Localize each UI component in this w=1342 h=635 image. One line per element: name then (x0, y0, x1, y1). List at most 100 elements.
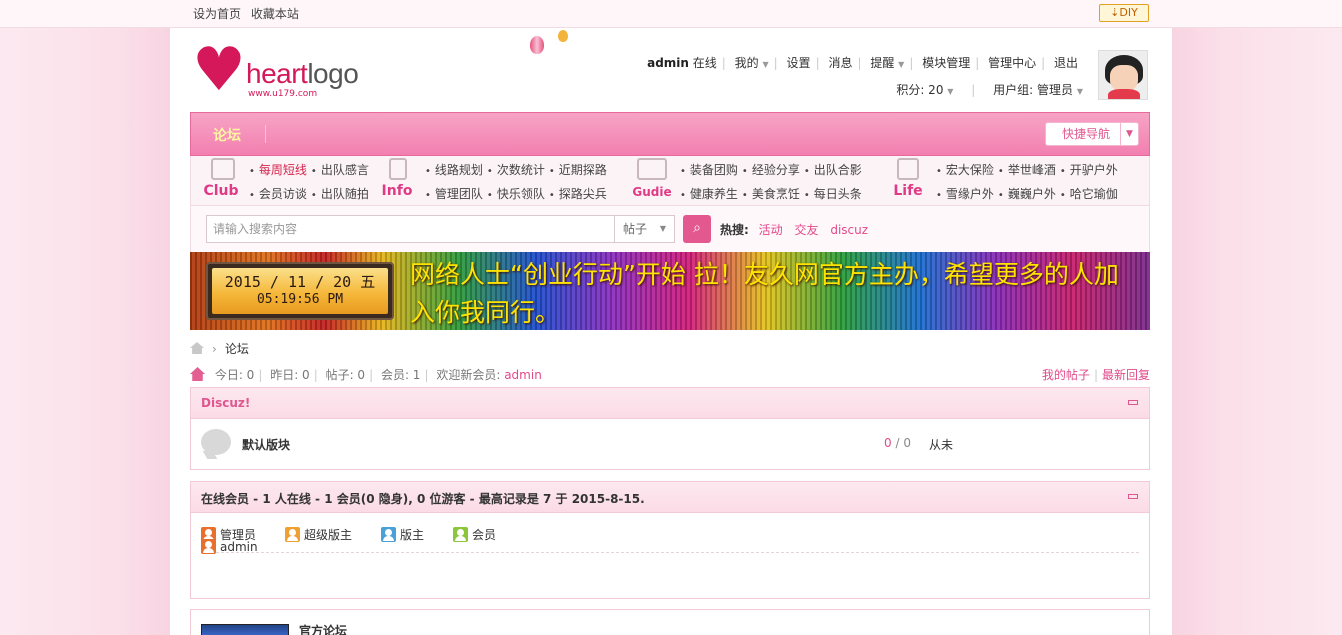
category-link[interactable]: 雪缘户外 (946, 187, 994, 201)
category-link[interactable]: 每周短线 (259, 163, 307, 177)
mine-menu[interactable]: 我的 (735, 56, 759, 70)
online-status: 在线 (692, 56, 717, 70)
category-link[interactable]: 管理团队 (435, 187, 483, 201)
category-link[interactable]: 探路尖兵 (559, 187, 607, 201)
avatar[interactable] (1098, 50, 1148, 100)
legend-item: 超级版主 (285, 526, 352, 543)
category-label[interactable]: Gudie (632, 185, 672, 199)
module-manage-link[interactable]: 模块管理 (922, 56, 970, 70)
stat-members: 会员: 1 (380, 368, 421, 382)
category-link[interactable]: 线路规划 (435, 163, 483, 177)
legend-item: 版主 (381, 526, 424, 543)
user-icon (381, 527, 396, 542)
caret-down-icon: ▼ (1076, 87, 1083, 96)
points-menu[interactable]: 积分: 20 (896, 83, 943, 97)
category-link[interactable]: 近期探路 (559, 163, 607, 177)
online-title[interactable]: 在线会员 - 1 人在线 - 1 会员(0 隐身), 0 位游客 - 最高记录是… (201, 490, 645, 507)
hot-tag[interactable]: 交友 (794, 223, 818, 237)
hot-label: 热搜: (720, 223, 749, 237)
category-label[interactable]: Club (201, 183, 241, 199)
category-link[interactable]: 装备团购 (690, 163, 738, 177)
clock-time: 05:19:56 PM (256, 292, 344, 307)
new-member-link[interactable]: admin (504, 368, 542, 382)
category-link[interactable]: 出队感言 (321, 163, 369, 177)
category-link[interactable]: 美食烹饪 (752, 187, 800, 201)
search-input[interactable]: 请输入搜索内容 (206, 215, 615, 243)
logo-wordmark: heartlogo (246, 58, 359, 89)
balloon-icon (558, 30, 568, 42)
user-info: 积分: 20 ▼ | 用户组: 管理员 ▼ (896, 83, 1083, 97)
forum-last-post: 从未 (929, 438, 954, 452)
quick-nav-label: 快捷导航 (1062, 127, 1111, 141)
announcement-banner: 2015 / 11 / 20 五 05:19:56 PM 网络人士“创业行动”开… (190, 252, 1150, 330)
official-forum-box: 官方论坛 (190, 609, 1150, 635)
forum-row: 默认版块 0 / 0 从未 (191, 419, 1149, 469)
search-type-select[interactable]: 帖子 ▼ (614, 215, 675, 243)
caret-down-icon: ▼ (898, 60, 905, 69)
forum-name[interactable]: 默认版块 (242, 436, 290, 453)
stat-yesterday: 昨日: 0 (270, 368, 310, 382)
category-link[interactable]: 出队合影 (814, 163, 862, 177)
site-logo[interactable]: ♥ heartlogo www.u179.com (192, 40, 372, 102)
search-button[interactable]: ⌕ (683, 215, 711, 243)
latest-replies-link[interactable]: 最新回复 (1102, 368, 1150, 382)
page-background-right (1172, 28, 1342, 635)
set-home-link[interactable]: 设为首页 (193, 7, 241, 21)
fork-knife-icon (897, 158, 919, 180)
quick-nav-button[interactable]: 快捷导航 ▼ (1045, 122, 1139, 146)
site-header: ♥ heartlogo www.u179.com admin 在线 | 我的 ▼ |… (190, 28, 1150, 112)
category-link[interactable]: 次数统计 (497, 163, 545, 177)
bookmark-link[interactable]: 收藏本站 (251, 7, 299, 21)
home-icon[interactable] (190, 342, 204, 354)
category-link[interactable]: 出队随拍 (321, 187, 369, 201)
category-link[interactable]: 经验分享 (752, 163, 800, 177)
category-label[interactable]: Info (377, 183, 417, 199)
category-label[interactable]: Life (888, 183, 928, 199)
caret-down-icon: ▼ (659, 224, 666, 233)
forum-stats: 今日: 0 | 昨日: 0 | 帖子: 0 | 会员: 1 | 欢迎新会员: admin… (190, 366, 1150, 383)
book-icon (637, 158, 667, 180)
category-link[interactable]: 哈它瑜伽 (1070, 187, 1118, 201)
caret-down-icon: ▼ (762, 60, 769, 69)
chevron-down-icon: ▼ (1120, 123, 1138, 145)
chevron-right-icon: › (212, 342, 217, 356)
nav-item-forum[interactable]: 论坛 (213, 125, 241, 145)
category-link[interactable]: 每日头条 (814, 187, 862, 201)
online-user[interactable]: admin (201, 539, 258, 554)
home-icon (190, 367, 205, 381)
breadcrumb-current[interactable]: 论坛 (225, 342, 249, 356)
category-title[interactable]: Discuz! (201, 396, 250, 410)
my-posts-link[interactable]: 我的帖子 (1042, 368, 1090, 382)
page-background-left (0, 28, 170, 635)
category-link[interactable]: 开驴户外 (1070, 163, 1118, 177)
logo-url: www.u179.com (248, 89, 318, 99)
settings-link[interactable]: 设置 (787, 56, 811, 70)
messages-link[interactable]: 消息 (828, 56, 852, 70)
official-thumbnail[interactable] (201, 624, 289, 635)
hot-tag[interactable]: 活动 (759, 223, 783, 237)
admin-center-link[interactable]: 管理中心 (988, 56, 1036, 70)
collapse-icon[interactable] (1128, 400, 1138, 405)
hot-tag[interactable]: discuz (830, 223, 868, 237)
collapse-icon[interactable] (1128, 494, 1138, 499)
diy-button[interactable]: ⇣DIY (1099, 4, 1149, 22)
clock-date: 2015 / 11 / 20 五 (224, 273, 376, 291)
user-icon (285, 527, 300, 542)
stat-posts: 帖子: 0 (325, 368, 366, 382)
logout-link[interactable]: 退出 (1054, 56, 1078, 70)
welcome-text: 欢迎新会员: (436, 368, 501, 382)
chat-bubble-icon (201, 429, 231, 455)
category-link[interactable]: 健康养生 (690, 187, 738, 201)
usergroup-menu[interactable]: 用户组: 管理员 (993, 83, 1073, 97)
reminders-menu[interactable]: 提醒 (870, 56, 894, 70)
official-forum-name[interactable]: 官方论坛 (299, 622, 347, 635)
category-link[interactable]: 举世峰酒 (1008, 163, 1056, 177)
search-icon: ⌕ (693, 220, 701, 236)
username-link[interactable]: admin (647, 56, 689, 70)
category-link[interactable]: 会员访谈 (259, 187, 307, 201)
category-link[interactable]: 快乐领队 (497, 187, 545, 201)
category-link[interactable]: 巍巍户外 (1008, 187, 1056, 201)
category-link[interactable]: 宏大保险 (946, 163, 994, 177)
balloon-icon (530, 36, 544, 54)
clock-widget: 2015 / 11 / 20 五 05:19:56 PM (206, 262, 394, 320)
